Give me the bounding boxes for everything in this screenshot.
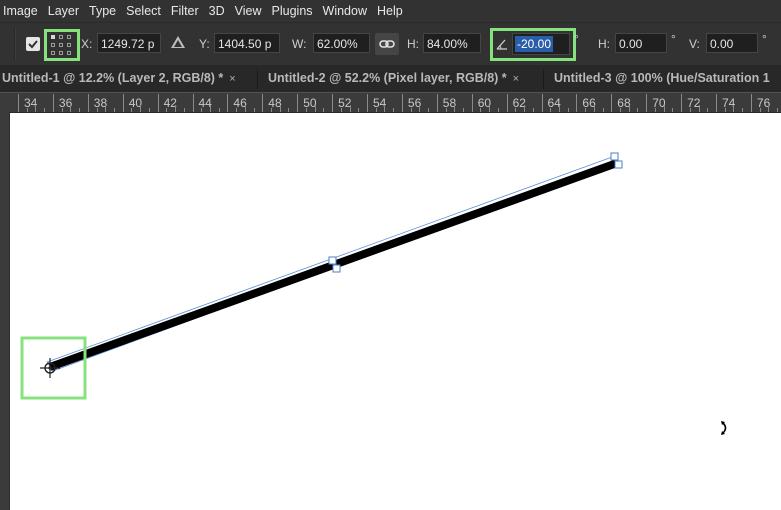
canvas-artwork [20,152,727,435]
handle-end-top [610,152,619,161]
rotate-cursor-icon [721,421,727,435]
handle-mid-top [328,256,337,265]
handle-end-bottom [614,160,623,169]
document-canvas[interactable] [10,113,781,510]
handle-mid-bottom [332,264,341,273]
